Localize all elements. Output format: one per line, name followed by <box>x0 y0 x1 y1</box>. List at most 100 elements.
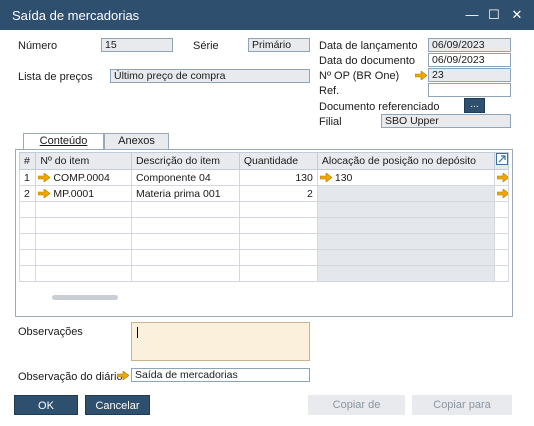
items-grid: # Nº do item Descrição do item Quantidad… <box>18 152 510 282</box>
link-arrow-icon[interactable] <box>38 188 51 198</box>
empty-cell <box>35 249 132 266</box>
copy-to-button[interactable]: Copiar para <box>412 395 512 415</box>
empty-cell <box>35 265 132 282</box>
col-header-description[interactable]: Descrição do item <box>130 152 240 170</box>
no-op-field[interactable]: 23 <box>428 68 511 82</box>
bin-allocation-cell[interactable]: 130 <box>316 169 495 186</box>
doc-ref-button[interactable]: ... <box>464 98 485 113</box>
empty-cell <box>130 265 240 282</box>
link-arrow-icon[interactable] <box>117 371 129 380</box>
quantity-cell[interactable]: 2 <box>238 185 318 202</box>
table-row[interactable] <box>18 217 510 234</box>
col-header-item-no[interactable]: Nº do item <box>35 152 132 170</box>
bin-allocation-cell[interactable] <box>316 185 495 202</box>
empty-cell <box>316 217 495 234</box>
serie-label: Série <box>193 40 219 52</box>
ref-field[interactable] <box>428 83 511 97</box>
title-bar: Saída de mercadorias — ☐ ✕ <box>0 0 534 30</box>
close-icon[interactable]: ✕ <box>507 5 527 25</box>
table-row[interactable] <box>18 249 510 266</box>
empty-cell <box>238 217 318 234</box>
obs-diario-field[interactable]: Saída de mercadorias <box>131 368 310 382</box>
col-header-quantity[interactable]: Quantidade <box>238 152 318 170</box>
horizontal-scrollbar[interactable] <box>52 295 118 300</box>
table-row[interactable] <box>18 265 510 282</box>
empty-cell <box>130 249 240 266</box>
cancel-button[interactable]: Cancelar <box>85 395 150 415</box>
empty-cell <box>238 233 318 250</box>
table-row[interactable]: 1 COMP.0004 Componente 04 130 130 <box>18 169 510 186</box>
minimize-icon[interactable]: — <box>462 5 482 25</box>
empty-cell <box>493 217 510 234</box>
empty-cell <box>35 233 132 250</box>
empty-cell <box>493 249 510 266</box>
table-row[interactable] <box>18 233 510 250</box>
empty-cell <box>493 233 510 250</box>
empty-cell <box>130 201 240 218</box>
item-no-value: MP.0001 <box>53 187 95 200</box>
item-no-cell[interactable]: COMP.0004 <box>35 169 132 186</box>
extra-cell[interactable] <box>493 169 510 186</box>
empty-cell <box>18 265 37 282</box>
col-header-number[interactable]: # <box>18 152 37 170</box>
empty-cell <box>18 217 37 234</box>
empty-cell <box>35 217 132 234</box>
row-number: 1 <box>18 169 37 186</box>
empty-cell <box>18 233 37 250</box>
extra-cell[interactable] <box>493 185 510 202</box>
tab-anexos-label: Anexos <box>118 135 155 147</box>
description-cell[interactable]: Materia prima 001 <box>130 185 240 202</box>
quantity-cell[interactable]: 130 <box>238 169 318 186</box>
description-cell[interactable]: Componente 04 <box>130 169 240 186</box>
tab-conteudo-label: Conteúdo <box>39 135 88 147</box>
copy-from-button[interactable]: Copiar de <box>308 395 405 415</box>
link-arrow-icon[interactable] <box>496 172 509 182</box>
data-lancamento-label: Data de lançamento <box>319 40 418 52</box>
link-arrow-icon[interactable] <box>496 188 509 198</box>
expand-icon[interactable] <box>496 153 508 165</box>
serie-dropdown[interactable]: Primário <box>248 38 310 52</box>
table-row[interactable]: 2 MP.0001 Materia prima 001 2 <box>18 185 510 202</box>
row-number: 2 <box>18 185 37 202</box>
data-lancamento-field[interactable]: 06/09/2023 <box>428 38 511 52</box>
numero-label: Número <box>18 40 58 52</box>
empty-cell <box>18 249 37 266</box>
empty-cell <box>238 201 318 218</box>
doc-ref-label: Documento referenciado <box>319 101 440 113</box>
bin-allocation-value: 130 <box>334 171 353 184</box>
window-title: Saída de mercadorias <box>12 8 140 23</box>
text-caret <box>137 327 138 338</box>
no-op-label: Nº OP (BR One) <box>319 70 400 82</box>
data-documento-field[interactable]: 06/09/2023 <box>428 53 511 67</box>
lista-precos-label: Lista de preços <box>18 71 93 83</box>
ok-button[interactable]: OK <box>14 395 78 415</box>
empty-cell <box>316 233 495 250</box>
maximize-icon[interactable]: ☐ <box>484 5 504 25</box>
ref-label: Ref. <box>319 85 340 97</box>
empty-cell <box>130 233 240 250</box>
link-arrow-icon[interactable] <box>319 172 332 182</box>
col-header-bin-allocation[interactable]: Alocação de posição no depósito <box>316 152 495 170</box>
obs-diario-label: Observação do diário <box>18 371 123 383</box>
data-documento-label: Data do documento <box>319 55 416 67</box>
numero-field[interactable]: 15 <box>101 38 173 52</box>
table-row[interactable] <box>18 201 510 218</box>
observacoes-label: Observações <box>18 326 83 338</box>
empty-cell <box>493 201 510 218</box>
tab-anexos[interactable]: Anexos <box>104 133 169 150</box>
empty-cell <box>493 265 510 282</box>
content-panel: # Nº do item Descrição do item Quantidad… <box>15 149 513 317</box>
link-arrow-icon[interactable] <box>415 71 427 80</box>
empty-cell <box>238 249 318 266</box>
filial-field[interactable]: SBO Upper <box>381 114 511 128</box>
empty-cell <box>316 249 495 266</box>
empty-cell <box>316 201 495 218</box>
item-no-cell[interactable]: MP.0001 <box>35 185 132 202</box>
grid-header-row: # Nº do item Descrição do item Quantidad… <box>18 152 510 170</box>
link-arrow-icon[interactable] <box>38 172 51 182</box>
observacoes-textarea[interactable] <box>131 322 310 361</box>
filial-label: Filial <box>319 116 342 128</box>
lista-precos-field[interactable]: Último preço de compra <box>110 69 310 83</box>
empty-cell <box>238 265 318 282</box>
empty-cell <box>35 201 132 218</box>
